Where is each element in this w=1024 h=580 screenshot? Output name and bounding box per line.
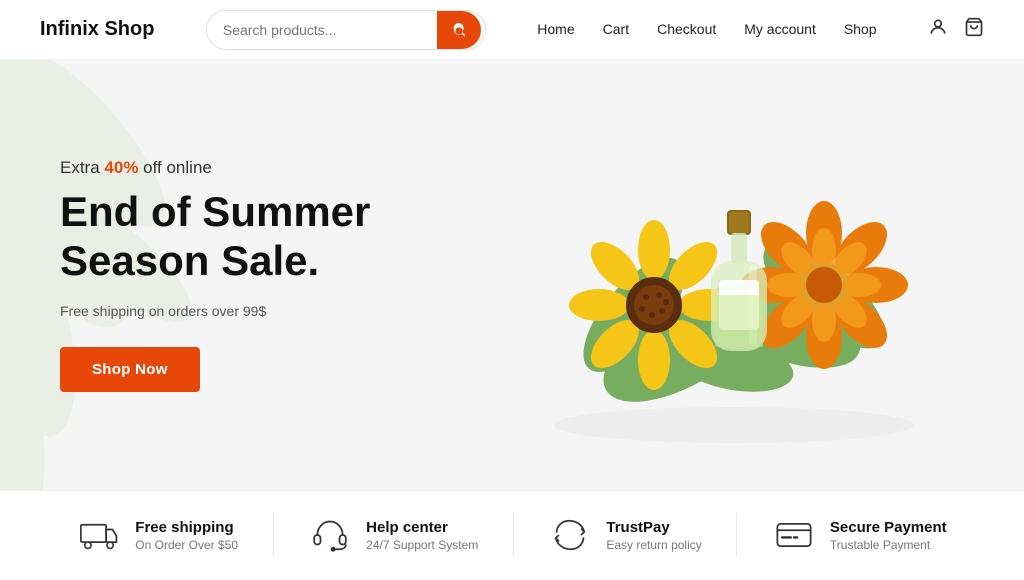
hero-title-line1: End of Summer — [60, 188, 370, 235]
truck-icon — [77, 513, 121, 557]
refresh-icon — [548, 513, 592, 557]
feature-title-secure: Secure Payment — [830, 519, 947, 536]
main-nav: Home Cart Checkout My account Shop — [537, 21, 876, 39]
feature-trustpay-text: TrustPay Easy return policy — [606, 519, 701, 552]
search-button[interactable] — [437, 11, 481, 49]
feature-desc-trustpay: Easy return policy — [606, 538, 701, 552]
feature-secure-text: Secure Payment Trustable Payment — [830, 519, 947, 552]
hero-subtitle-post: off online — [138, 158, 211, 177]
hero-image — [484, 85, 944, 465]
hero-shipping-text: Free shipping on orders over 99$ — [60, 303, 370, 319]
feature-free-shipping-text: Free shipping On Order Over $50 — [135, 519, 238, 552]
nav-link-cart[interactable]: Cart — [603, 21, 629, 37]
nav-link-shop[interactable]: Shop — [844, 21, 877, 37]
nav-item-myaccount[interactable]: My account — [744, 21, 816, 39]
feature-help-text: Help center 24/7 Support System — [366, 519, 478, 552]
hero-title: End of Summer Season Sale. — [60, 188, 370, 285]
hero-title-line2: Season Sale. — [60, 237, 319, 284]
feature-help-center: Help center 24/7 Support System — [308, 513, 478, 557]
divider-3 — [736, 513, 737, 557]
search-icon — [451, 22, 467, 38]
divider-2 — [513, 513, 514, 557]
divider-1 — [273, 513, 274, 557]
nav-link-myaccount[interactable]: My account — [744, 21, 816, 37]
site-logo: Infinix Shop — [40, 18, 154, 41]
search-bar — [206, 10, 486, 50]
nav-item-shop[interactable]: Shop — [844, 21, 877, 39]
nav-item-cart[interactable]: Cart — [603, 21, 629, 39]
shop-now-button[interactable]: Shop Now — [60, 347, 200, 392]
hero-subtitle: Extra 40% off online — [60, 158, 370, 178]
user-icon[interactable] — [928, 17, 948, 42]
feature-free-shipping: Free shipping On Order Over $50 — [77, 513, 238, 557]
features-bar: Free shipping On Order Over $50 Help cen… — [0, 490, 1024, 579]
feature-title-trustpay: TrustPay — [606, 519, 701, 536]
nav-item-home[interactable]: Home — [537, 21, 574, 39]
feature-title-free-shipping: Free shipping — [135, 519, 238, 536]
feature-trustpay: TrustPay Easy return policy — [548, 513, 701, 557]
nav-item-checkout[interactable]: Checkout — [657, 21, 716, 39]
hero-subtitle-pre: Extra — [60, 158, 104, 177]
site-header: Infinix Shop Home Cart Checkout My accou… — [0, 0, 1024, 60]
nav-list: Home Cart Checkout My account Shop — [537, 21, 876, 39]
headphones-icon — [308, 513, 352, 557]
hero-content: Extra 40% off online End of Summer Seaso… — [0, 158, 370, 392]
hero-flowers-illustration — [484, 85, 944, 465]
card-icon — [772, 513, 816, 557]
feature-desc-secure: Trustable Payment — [830, 538, 947, 552]
hero-discount: 40% — [104, 158, 138, 177]
header-icons — [928, 17, 984, 42]
nav-link-home[interactable]: Home — [537, 21, 574, 37]
cart-icon[interactable] — [964, 17, 984, 42]
feature-secure-payment: Secure Payment Trustable Payment — [772, 513, 947, 557]
hero-section: Extra 40% off online End of Summer Seaso… — [0, 60, 1024, 490]
feature-title-help: Help center — [366, 519, 478, 536]
feature-desc-help: 24/7 Support System — [366, 538, 478, 552]
nav-link-checkout[interactable]: Checkout — [657, 21, 716, 37]
search-input[interactable] — [207, 14, 437, 46]
feature-desc-free-shipping: On Order Over $50 — [135, 538, 238, 552]
